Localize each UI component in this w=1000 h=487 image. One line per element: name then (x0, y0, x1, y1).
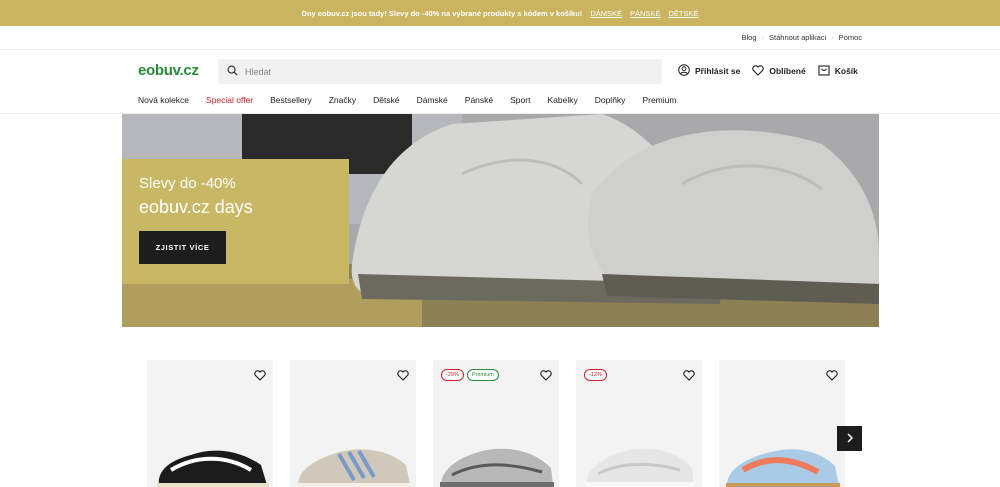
carousel-next-button[interactable] (837, 426, 862, 451)
product-card[interactable]: -29% Premium (433, 360, 559, 487)
utility-separator: · (761, 33, 765, 42)
product-image (157, 450, 269, 487)
promo-text: Dny eobuv.cz jsou tady! Slevy do -40% na… (301, 8, 583, 18)
logo[interactable]: eobuv.cz (138, 62, 199, 79)
promo-bar: Dny eobuv.cz jsou tady! Slevy do -40% na… (0, 0, 1000, 26)
utility-link-blog[interactable]: Blog (742, 33, 757, 42)
premium-badge: Premium (466, 369, 499, 381)
heart-icon[interactable] (254, 368, 266, 386)
product-image (585, 448, 695, 487)
product-image (297, 449, 411, 487)
discount-badge: -29% (441, 369, 464, 381)
cart-button[interactable]: Košík (818, 64, 858, 78)
product-card[interactable] (147, 360, 273, 487)
hero-panel: Slevy do -40% eobuv.cz days ZJISTIT VÍCE (122, 159, 349, 284)
heart-icon (752, 64, 765, 78)
nav-item-premium[interactable]: Premium (642, 95, 676, 105)
promo-link-detske[interactable]: DĚTSKÉ (668, 9, 698, 18)
favorites-label: Oblíbené (769, 66, 806, 76)
heart-icon[interactable] (683, 368, 695, 386)
nav-item-brands[interactable]: Značky (329, 95, 356, 105)
promo-link-panske[interactable]: PÁNSKÉ (630, 9, 660, 18)
discount-badge: -12% (584, 369, 607, 381)
login-button[interactable]: Přihlásit se (678, 64, 740, 78)
utility-link-help[interactable]: Pomoc (839, 33, 862, 42)
product-card[interactable] (290, 360, 416, 487)
heart-icon[interactable] (540, 368, 552, 386)
header-actions: Přihlásit se Oblíbené Košík (678, 64, 858, 78)
search-input[interactable] (245, 66, 645, 77)
cart-icon (818, 64, 830, 78)
utility-links: Blog · Stáhnout aplikaci · Pomoc (742, 33, 862, 42)
product-image (726, 449, 840, 487)
promo-link-damske[interactable]: DÁMSKÉ (590, 9, 622, 18)
badge-group: -29% Premium (441, 369, 499, 381)
product-card[interactable] (719, 360, 845, 487)
main-nav: Nová kolekce Special offer Bestsellery Z… (138, 95, 676, 105)
hero-banner[interactable]: Slevy do -40% eobuv.cz days ZJISTIT VÍCE (122, 114, 879, 327)
favorites-button[interactable]: Oblíbené (752, 64, 806, 78)
nav-item-bags[interactable]: Kabelky (547, 95, 577, 105)
nav-item-bestsellers[interactable]: Bestsellery (270, 95, 312, 105)
nav-item-accessories[interactable]: Doplňky (595, 95, 626, 105)
badge-group: -12% (584, 369, 607, 381)
login-label: Přihlásit se (695, 66, 741, 76)
utility-separator: · (831, 33, 834, 42)
nav-item-men[interactable]: Pánské (465, 95, 493, 105)
nav-item-sport[interactable]: Sport (510, 95, 530, 105)
chevron-right-icon (846, 431, 854, 446)
hero-title: eobuv.cz days (139, 197, 253, 217)
header-divider (0, 49, 1000, 50)
product-card[interactable]: -12% (576, 360, 702, 487)
search-bar[interactable] (218, 59, 662, 84)
search-icon[interactable] (227, 63, 238, 81)
heart-icon[interactable] (826, 368, 838, 386)
user-icon (678, 64, 690, 78)
hero-subtitle: Slevy do -40% (139, 175, 236, 192)
nav-item-women[interactable]: Dámské (417, 95, 448, 105)
nav-item-special-offer[interactable]: Special offer (206, 95, 253, 105)
utility-link-app[interactable]: Stáhnout aplikaci (769, 33, 826, 42)
nav-item-new-collection[interactable]: Nová kolekce (138, 95, 189, 105)
heart-icon[interactable] (397, 368, 409, 386)
nav-item-kids[interactable]: Dětské (373, 95, 399, 105)
product-image (440, 448, 554, 487)
hero-cta-button[interactable]: ZJISTIT VÍCE (139, 231, 226, 264)
cart-label: Košík (834, 66, 858, 76)
